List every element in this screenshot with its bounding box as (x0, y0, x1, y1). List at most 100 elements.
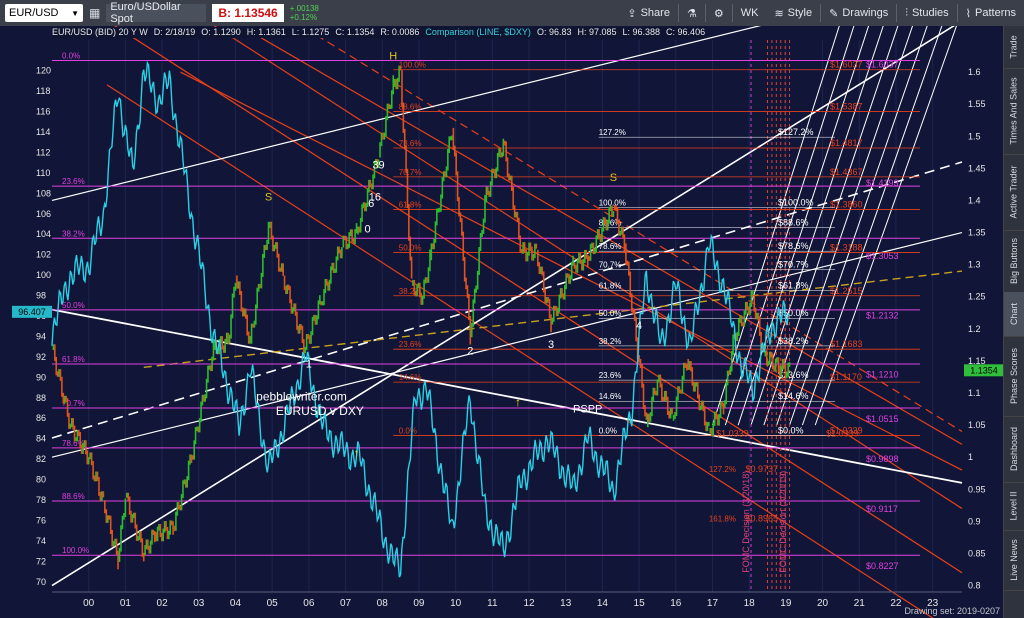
flask-button[interactable]: ⚗ (687, 7, 697, 20)
chart-annotation: 39 (372, 159, 384, 171)
info-bar: EUR/USD (BID) 20 Y W D: 2/18/19 O: 1.129… (52, 27, 706, 38)
left-tick-label: 90 (36, 372, 46, 382)
x-tick-label: 19 (780, 598, 792, 609)
layout-icon[interactable]: ▦ (89, 6, 100, 20)
white-level-label: 23.6% (599, 371, 622, 380)
tab-dashboard[interactable]: Dashboard (1004, 416, 1024, 483)
patterns-button[interactable]: ⌇ Patterns (966, 7, 1016, 20)
x-tick-label: 01 (120, 598, 132, 609)
style-icon: ≋ (774, 7, 784, 20)
tab-phase-scores[interactable]: Phase Scores (1004, 336, 1024, 417)
share-button[interactable]: ⇪ Share (627, 7, 670, 20)
white-level-label: 78.6% (599, 242, 622, 251)
fib-level-label: 88.6% (62, 492, 85, 501)
timeframe-button[interactable]: WK (741, 7, 759, 19)
red-level-label: 70.7% (399, 168, 422, 177)
fib-level-label: 100.0% (62, 546, 89, 555)
tab-times-and-sales[interactable]: Times And Sales (1004, 68, 1024, 155)
flask-icon: ⚗ (686, 7, 697, 20)
red-level-label: 14.6% (399, 373, 422, 382)
change-pct: +0.12% (289, 13, 318, 22)
chart-annotation: S (610, 172, 617, 184)
toolbar: EUR/USD ▼ ▦ Euro/USDollar Spot B: 1.13546… (0, 0, 1024, 27)
tab-trade[interactable]: Trade (1004, 26, 1024, 69)
right-tick-label: 1.45 (968, 163, 986, 173)
chart-annotation: PSPP (573, 403, 602, 415)
white-level-value: $61.8% (778, 281, 809, 291)
x-tick-label: 09 (413, 598, 425, 609)
info-cmp-open: O: 96.83 (536, 27, 572, 37)
symbol-text: EUR/USD (9, 7, 59, 19)
gear-icon: ⚙ (713, 7, 724, 20)
arrow-up-icon: ↑ (515, 395, 521, 409)
patterns-icon: ⌇ (965, 7, 972, 20)
drawing-set-label: Drawing set: 2019-0207 (904, 606, 1000, 616)
x-tick-label: 17 (707, 598, 719, 609)
red-level-value: $1.4817 (830, 138, 863, 148)
right-tick-label: 0.9 (968, 516, 981, 526)
left-tick-label: 110 (36, 168, 50, 178)
left-tick-label: 74 (36, 536, 46, 546)
tab-level-ii[interactable]: Level II (1004, 482, 1024, 531)
red-level-value: $1.1683 (830, 339, 863, 349)
right-tick-label: 1.4 (968, 195, 981, 205)
drawings-button[interactable]: ✎ Drawings (829, 7, 888, 20)
studies-button[interactable]: ⫶ Studies (905, 7, 948, 20)
info-title: EUR/USD (BID) 20 Y W (52, 27, 148, 37)
tab-live-news[interactable]: Live News (1004, 530, 1024, 591)
red-level-value: $1.1170 (830, 372, 862, 382)
x-tick-label: 18 (744, 598, 756, 609)
symbol-description: Euro/USDollar Spot (106, 1, 207, 25)
divider (677, 4, 679, 22)
divider (820, 4, 822, 22)
style-label: Style (787, 7, 813, 19)
left-tick-label: 70 (36, 577, 46, 587)
left-tick-label: 92 (36, 352, 46, 362)
left-tick-label: 84 (36, 434, 46, 444)
pencil-icon: ✎ (829, 7, 839, 20)
info-low: L: 1.1275 (291, 27, 330, 37)
left-tick-label: 94 (36, 331, 46, 341)
white-level-value: $38.2% (778, 336, 809, 346)
x-tick-label: 07 (340, 598, 352, 609)
red-misc-value: $1.0339 (826, 428, 859, 438)
bid-price[interactable]: B: 1.13546 (212, 4, 284, 22)
drawings-label: Drawings (842, 7, 889, 19)
chart-annotation: S (265, 191, 272, 203)
tab-big-buttons[interactable]: Big Buttons (1004, 230, 1024, 293)
fib-right-value: $0.8227 (866, 561, 899, 571)
tab-active-trader[interactable]: Active Trader (1004, 154, 1024, 231)
tab-label: Level II (1009, 491, 1019, 521)
red-level-value: $1.4367 (830, 167, 863, 177)
patterns-label: Patterns (975, 7, 1016, 19)
red-level-value: $1.5387 (830, 101, 863, 111)
fib-level-label: 61.8% (62, 355, 85, 364)
settings-button[interactable]: ⚙ (714, 7, 724, 20)
price-chart[interactable]: 0.0% 23.6% 38.2% 50.0% 61.8% 70.7% 78.6% 88.6% 1… (0, 26, 1004, 618)
x-tick-label: 16 (670, 598, 682, 609)
right-tick-label: 1.5 (968, 131, 981, 141)
x-tick-label: 03 (193, 598, 205, 609)
fib-right-value: $1.4193 (866, 178, 899, 188)
right-tick-label: 1.35 (968, 228, 986, 238)
red-level-label: 23.6% (399, 340, 422, 349)
white-level-value: $23.6% (778, 370, 809, 380)
red-level-label: 100.0% (399, 61, 426, 70)
x-tick-label: 10 (450, 598, 462, 609)
tab-label: Phase Scores (1009, 347, 1019, 405)
chart-annotation: H (389, 50, 397, 62)
studies-icon: ⫶ (905, 6, 908, 19)
tab-chart[interactable]: Chart (1004, 292, 1024, 337)
symbol-selector[interactable]: EUR/USD ▼ (5, 4, 83, 22)
share-icon: ⇪ (627, 7, 637, 20)
left-current-value: 96.407 (18, 307, 46, 317)
price-change: +.00138 +0.12% (290, 4, 319, 22)
white-level-value: $0.0% (778, 425, 804, 435)
fomc-label: FOMC Decision (3/20/19) (778, 471, 788, 573)
style-button[interactable]: ≋ Style (774, 7, 812, 20)
studies-label: Studies (911, 7, 949, 19)
change-abs: +.00138 (289, 4, 319, 13)
right-tick-label: 1 (968, 452, 973, 462)
x-tick-label: 22 (890, 598, 902, 609)
right-tick-label: 1.6 (968, 67, 981, 77)
